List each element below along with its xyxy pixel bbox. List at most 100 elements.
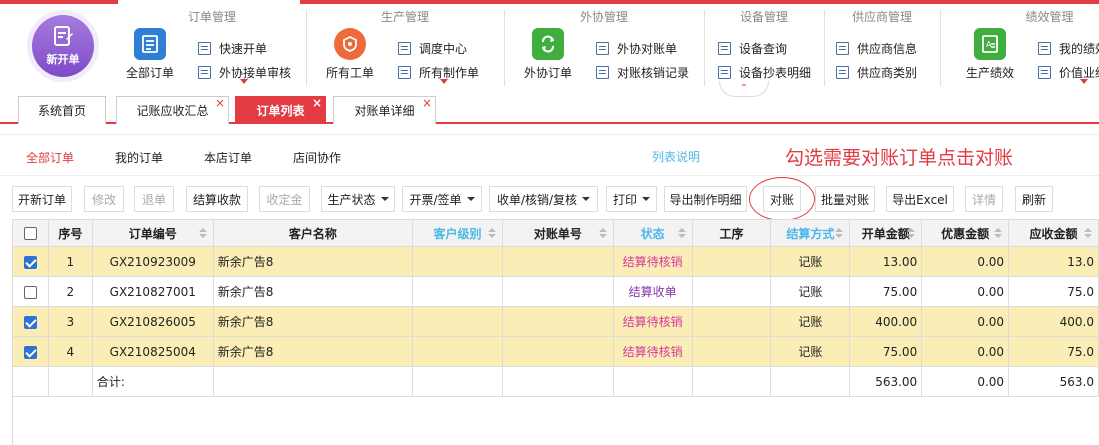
filter-inter-store[interactable]: 店间协作 <box>293 149 341 166</box>
quick-order-button[interactable]: 快速开单 <box>198 38 267 58</box>
filter-all-orders[interactable]: 全部订单 <box>26 149 74 166</box>
collapse-ribbon-button[interactable]: ⌃ <box>719 81 769 97</box>
reconcile-records-button[interactable]: 对账核销记录 <box>596 62 689 82</box>
table-header-row: 序号 订单编号 客户名称 客户级别 对账单号 状态 工序 结算方式 开单金额 优… <box>12 219 1099 247</box>
discount-cell-text: 0.00 <box>977 284 1005 299</box>
customer-cell: 新余广告8 <box>212 246 414 277</box>
table-row[interactable]: 4 GX210825004 新余广告8 结算待核销 记账 75.00 0.00 75.0 <box>12 336 1099 367</box>
new-order-toolbar-button[interactable]: 开新订单 <box>12 186 72 212</box>
filter-store-orders[interactable]: 本店订单 <box>204 149 252 166</box>
close-icon[interactable]: × <box>312 97 322 109</box>
total-empty <box>501 366 614 397</box>
table-row[interactable]: 3 GX210826005 新余广告8 结算待核销 记账 400.00 0.00 400.0 <box>12 306 1099 337</box>
supplier-category-button[interactable]: 供应商类别 <box>836 62 917 82</box>
button-label: 详情 <box>971 192 996 207</box>
col-header-statement-no[interactable]: 对账单号 <box>501 219 614 247</box>
row-checkbox[interactable] <box>23 315 37 329</box>
sort-icon[interactable] <box>198 228 207 238</box>
row-checkbox[interactable] <box>23 255 37 269</box>
discount-cell: 0.00 <box>921 336 1010 367</box>
meter-reading-button[interactable]: 设备抄表明细 <box>718 62 811 82</box>
discount-cell-text: 0.00 <box>977 254 1005 269</box>
refresh-button[interactable]: 刷新 <box>1015 186 1053 212</box>
tab-statement-detail[interactable]: 对账单详细 × <box>333 96 436 124</box>
total-empty <box>612 366 693 397</box>
col-header-discount[interactable]: 优惠金额 <box>921 219 1010 247</box>
select-all-checkbox[interactable] <box>23 227 37 240</box>
document-icon <box>198 41 211 55</box>
amount-cell: 75.00 <box>849 276 923 307</box>
total-empty <box>47 366 93 397</box>
dispatch-center-button[interactable]: 调度中心 <box>398 38 467 58</box>
value-performance-button[interactable]: 价值业绩 <box>1038 62 1099 82</box>
reconcile-button[interactable]: 对账 <box>763 186 801 212</box>
close-icon[interactable]: × <box>422 97 432 109</box>
receivable-cell: 13.0 <box>1008 246 1099 277</box>
tab-home[interactable]: 系统首页 <box>18 96 106 124</box>
collect-verify-dropdown[interactable]: 收单/核销/复核 <box>489 186 598 212</box>
close-icon[interactable]: × <box>215 97 225 109</box>
details-button[interactable]: 详情 <box>965 186 1003 212</box>
export-excel-button[interactable]: 导出Excel <box>886 186 954 212</box>
col-header-amount[interactable]: 开单金额 <box>849 219 923 247</box>
sort-icon[interactable] <box>994 228 1003 238</box>
settle-payment-button[interactable]: 结算收款 <box>186 186 248 212</box>
group-title: 生产管理 <box>380 10 429 24</box>
all-production-orders-button[interactable]: 所有制作单 <box>398 62 479 82</box>
outsource-orders-button[interactable]: 外协订单 <box>518 28 578 88</box>
list-help-link[interactable]: 列表说明 <box>652 148 700 165</box>
new-order-button[interactable]: 新开单 <box>27 10 99 82</box>
col-header-receivable[interactable]: 应收金额 <box>1008 219 1099 247</box>
cancel-order-button[interactable]: 退单 <box>134 186 174 212</box>
tab-label: 记账应收汇总 <box>136 104 209 118</box>
chevron-down-icon <box>466 197 475 201</box>
button-label: 刷新 <box>1021 192 1046 207</box>
row-checkbox[interactable] <box>23 285 37 299</box>
sort-icon[interactable] <box>677 228 686 238</box>
dropdown-caret-icon[interactable] <box>240 79 248 84</box>
dropdown-caret-icon[interactable] <box>1080 79 1088 84</box>
print-dropdown[interactable]: 打印 <box>606 186 657 212</box>
group-title: 供应商管理 <box>851 10 912 24</box>
all-workorders-button[interactable]: 所有工单 <box>320 28 380 88</box>
sort-icon[interactable] <box>1084 228 1092 238</box>
total-amount: 563.00 <box>849 366 923 397</box>
statement-no-cell <box>501 306 614 337</box>
amount-cell-text: 13.00 <box>882 254 918 269</box>
sort-icon[interactable] <box>487 228 496 238</box>
my-performance-button[interactable]: 我的绩效 <box>1038 38 1099 58</box>
total-label-text: 合计: <box>96 375 125 389</box>
production-status-dropdown[interactable]: 生产状态 <box>321 186 395 212</box>
edit-button[interactable]: 修改 <box>84 186 124 212</box>
tab-order-list[interactable]: 订单列表 × <box>235 96 326 124</box>
sort-icon[interactable] <box>598 228 607 238</box>
sort-icon[interactable] <box>835 228 844 238</box>
group-title: 订单管理 <box>187 10 236 24</box>
batch-reconcile-button[interactable]: 批量对账 <box>815 186 875 212</box>
order-no-cell: GX210825004 <box>91 336 214 367</box>
dropdown-caret-icon[interactable] <box>440 79 448 84</box>
outsource-review-label: 外协接单审核 <box>219 65 292 80</box>
all-orders-button[interactable]: 全部订单 <box>120 28 180 88</box>
col-header-settlement[interactable]: 结算方式 <box>770 219 851 247</box>
tab-receivable-summary[interactable]: 记账应收汇总 × <box>116 96 229 124</box>
tab-label: 系统首页 <box>37 104 86 118</box>
quick-order-label: 快速开单 <box>219 41 268 56</box>
col-header-customer-level[interactable]: 客户级别 <box>412 219 503 247</box>
row-checkbox[interactable] <box>23 345 37 359</box>
header-label: 订单编号 <box>128 226 177 241</box>
col-header-order-no[interactable]: 订单编号 <box>91 219 214 247</box>
filter-my-orders[interactable]: 我的订单 <box>115 149 163 166</box>
table-row[interactable]: 1 GX210923009 新余广告8 结算待核销 记账 13.00 0.00 13.0 <box>12 246 1099 277</box>
equipment-query-button[interactable]: 设备查询 <box>718 38 787 58</box>
deposit-button[interactable]: 收定金 <box>259 186 310 212</box>
col-header-status[interactable]: 状态 <box>612 219 693 247</box>
sort-icon[interactable] <box>907 228 916 238</box>
supplier-info-button[interactable]: 供应商信息 <box>836 38 917 58</box>
table-row[interactable]: 2 GX210827001 新余广告8 结算收单 记账 75.00 0.00 75.0 <box>12 276 1099 307</box>
invoice-sign-dropdown[interactable]: 开票/签单 <box>402 186 482 212</box>
export-production-detail-button[interactable]: 导出制作明细 <box>664 186 747 212</box>
outsource-statement-button[interactable]: 外协对账单 <box>596 38 677 58</box>
production-performance-button[interactable]: A 生产绩效 <box>960 28 1020 86</box>
header-label: 客户名称 <box>288 226 337 241</box>
